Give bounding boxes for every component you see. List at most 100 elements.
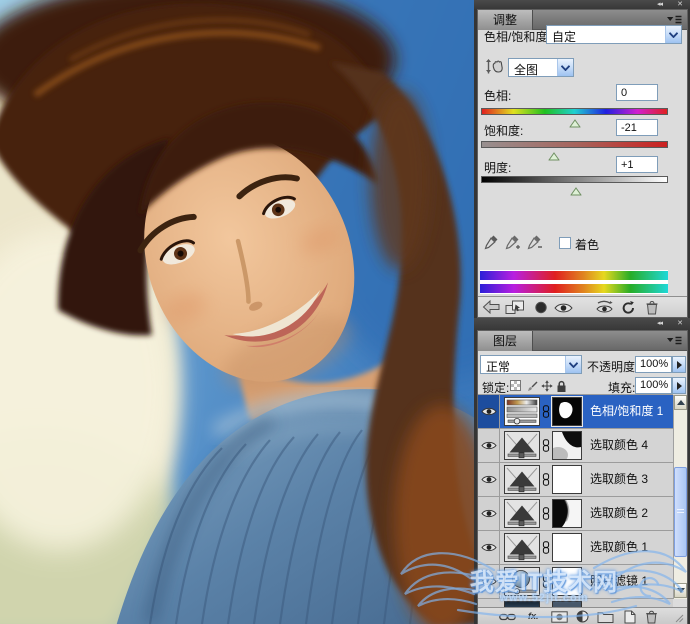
new-group-icon[interactable] [597, 611, 614, 623]
layer-mask-thumbnail[interactable] [552, 431, 582, 460]
layer-style-icon[interactable]: fx. [528, 611, 539, 621]
saturation-label: 饱和度: [484, 122, 523, 139]
saturation-value-input[interactable] [616, 119, 658, 136]
opacity-value[interactable]: 100% [635, 356, 672, 373]
hue-saturation-thumbnail[interactable] [504, 397, 540, 426]
layers-collapse-bar: ◂◂ ✕ [474, 318, 690, 330]
lightness-slider-handle[interactable] [571, 183, 582, 201]
mask-link-icon[interactable] [542, 541, 550, 554]
link-layers-icon[interactable] [499, 612, 516, 622]
selective-color-thumbnail[interactable] [504, 465, 540, 494]
panel-collapse-bar: ◂◂ ✕ [474, 0, 690, 9]
channel-dropdown-arrow[interactable] [557, 59, 573, 76]
layer-row-selective-color-1[interactable]: 选取颜色 1 [478, 531, 673, 565]
fill-spinner[interactable] [672, 377, 686, 394]
lock-position-icon[interactable] [541, 380, 553, 392]
new-layer-icon[interactable] [624, 610, 636, 624]
back-arrow-icon[interactable] [482, 300, 501, 314]
layer-row-selective-color-3[interactable]: 选取颜色 3 [478, 463, 673, 497]
delete-adjustment-icon[interactable] [645, 300, 659, 315]
view-previous-state-icon[interactable] [595, 300, 614, 314]
colorize-checkbox[interactable] [559, 237, 571, 249]
resize-grip-icon[interactable] [675, 614, 684, 623]
layer-row-partial[interactable] [478, 599, 673, 607]
saturation-slider-bar[interactable] [481, 141, 668, 148]
blend-mode-dropdown-arrow[interactable] [565, 356, 581, 373]
eyedropper-icon[interactable] [484, 234, 499, 250]
eye-icon [481, 542, 497, 553]
mask-link-icon[interactable] [542, 439, 550, 452]
lightness-value-input[interactable] [616, 156, 658, 173]
lock-all-icon[interactable] [556, 380, 567, 393]
mask-link-icon[interactable] [542, 405, 550, 418]
layer-visibility-toggle[interactable] [478, 565, 500, 598]
targeted-adjustment-tool-icon[interactable] [483, 58, 504, 77]
eyedropper-minus-icon[interactable] [527, 234, 543, 250]
layer-list: 色相/饱和度 1 [478, 395, 673, 599]
visibility-eye-icon[interactable] [554, 302, 573, 314]
layer-mask-thumbnail[interactable] [552, 397, 582, 426]
fill-value[interactable]: 100% [635, 377, 672, 394]
photo-filter-thumbnail[interactable] [504, 567, 540, 596]
preset-value: 自定 [547, 26, 664, 45]
layer-name: 选取颜色 3 [590, 463, 648, 496]
collapse-panels-icon[interactable]: ◂◂ [657, 0, 662, 9]
photo-canvas[interactable] [0, 0, 474, 624]
channel-dropdown[interactable]: 全图 [508, 58, 574, 77]
collapse-panels-icon[interactable]: ◂◂ [657, 318, 662, 330]
close-panel-icon[interactable]: ✕ [677, 318, 683, 330]
hue-label: 色相: [484, 87, 511, 104]
layer-mask-thumbnail[interactable] [552, 533, 582, 562]
add-layer-mask-icon[interactable] [551, 611, 568, 623]
layer-visibility-toggle[interactable] [478, 531, 500, 564]
layer-row-selective-color-4[interactable]: 选取颜色 4 [478, 429, 673, 463]
scrollbar-thumb[interactable] [674, 467, 687, 557]
eye-icon [481, 508, 497, 519]
lock-transparency-icon[interactable] [510, 380, 521, 391]
selective-color-thumbnail[interactable] [504, 499, 540, 528]
delete-layer-icon[interactable] [645, 610, 658, 624]
lightness-slider-bar[interactable] [481, 176, 668, 183]
hue-slider-handle[interactable] [569, 115, 580, 133]
mask-link-icon[interactable] [542, 507, 550, 520]
layer-row-hue-saturation-1[interactable]: 色相/饱和度 1 [478, 395, 673, 429]
close-panel-icon[interactable]: ✕ [677, 0, 683, 9]
blend-mode-dropdown[interactable]: 正常 [480, 355, 582, 374]
selective-color-thumbnail[interactable] [504, 431, 540, 460]
layers-scrollbar[interactable] [673, 395, 687, 599]
layer-row-selective-color-2[interactable]: 选取颜色 2 [478, 497, 673, 531]
layer-visibility-toggle[interactable] [478, 429, 500, 462]
layer-visibility-toggle[interactable] [478, 497, 500, 530]
preset-dropdown[interactable]: 自定 [546, 25, 682, 44]
expanded-view-icon[interactable] [505, 300, 525, 315]
tab-adjustments[interactable]: 调整 [478, 10, 533, 30]
layer-mask-thumbnail[interactable] [552, 567, 582, 596]
layer-mask-thumbnail[interactable] [552, 499, 582, 528]
panel-menu-icon[interactable] [666, 335, 683, 347]
mask-link-icon[interactable] [542, 575, 550, 588]
hue-slider-bar[interactable] [481, 108, 668, 115]
hue-value-input[interactable] [616, 84, 658, 101]
eyedropper-plus-icon[interactable] [505, 234, 521, 250]
lock-pixels-icon[interactable] [526, 380, 538, 392]
layer-mask-thumbnail[interactable] [552, 465, 582, 494]
layers-panel: 图层 正常 不透明度: 100% 锁定: [477, 330, 688, 624]
new-adjustment-layer-icon[interactable] [576, 610, 589, 623]
reset-icon[interactable] [621, 300, 636, 315]
adjustments-toolbar [478, 296, 687, 317]
preset-dropdown-arrow[interactable] [665, 26, 681, 43]
mask-link-icon[interactable] [542, 473, 550, 486]
blend-mode-value: 正常 [481, 356, 564, 375]
layer-row-photo-filter-1[interactable]: 照片滤镜 1 [478, 565, 673, 599]
layer-name: 照片滤镜 1 [590, 565, 648, 598]
opacity-spinner[interactable] [672, 356, 686, 373]
layer-visibility-toggle[interactable] [478, 395, 500, 428]
saturation-slider-handle[interactable] [548, 148, 559, 166]
selective-color-thumbnail[interactable] [504, 533, 540, 562]
clip-to-layer-icon[interactable] [534, 301, 548, 314]
scroll-up-button[interactable] [674, 395, 687, 410]
layer-name: 选取颜色 1 [590, 531, 648, 564]
layer-visibility-toggle[interactable] [478, 463, 500, 496]
scroll-down-button[interactable] [674, 583, 687, 598]
tab-layers[interactable]: 图层 [478, 331, 533, 351]
